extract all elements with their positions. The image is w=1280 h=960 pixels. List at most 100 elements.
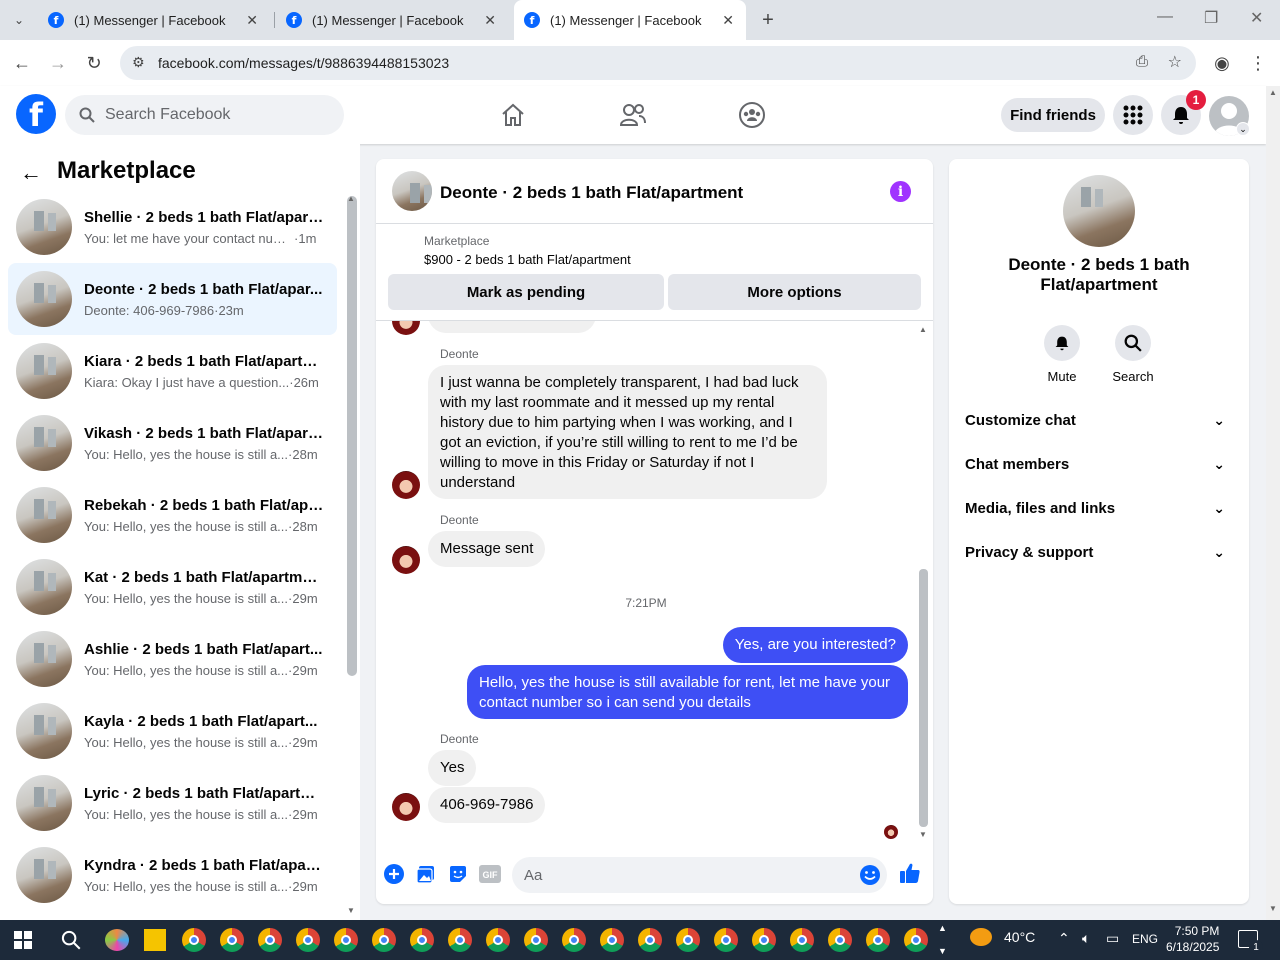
chat-scrollbar[interactable] — [919, 569, 928, 827]
taskbar-scroll-up-icon[interactable]: ▲ — [938, 923, 947, 933]
tray-chevron-icon[interactable]: ⌃ — [1058, 930, 1070, 947]
conversation-item[interactable]: Rebekah · 2 beds 1 bath Flat/apa... You: … — [8, 479, 337, 551]
bookmark-star-icon[interactable]: ☆ — [1168, 52, 1182, 72]
info-icon[interactable]: i — [890, 181, 911, 202]
privacy-support-row[interactable]: Privacy & support ⌄ — [965, 530, 1233, 574]
scroll-down-icon[interactable]: ▼ — [347, 906, 355, 915]
home-icon[interactable] — [498, 100, 528, 130]
chrome-taskbar-icon[interactable] — [334, 928, 358, 952]
find-friends-button[interactable]: Find friends — [1001, 98, 1105, 132]
menu-grid-button[interactable] — [1113, 95, 1153, 135]
conversation-item[interactable]: Deonte · 2 beds 1 bath Flat/apar... Deont… — [8, 263, 337, 335]
new-tab-icon[interactable]: + — [757, 9, 779, 31]
chrome-taskbar-icon[interactable] — [296, 928, 320, 952]
more-options-button[interactable]: More options — [668, 274, 921, 310]
chat-listing-thumbnail[interactable] — [392, 171, 432, 211]
browser-tab[interactable]: f (1) Messenger | Facebook ✕ — [38, 0, 270, 40]
scroll-down-icon[interactable]: ▼ — [1269, 904, 1277, 913]
forward-icon[interactable]: → — [47, 52, 69, 74]
browser-tab[interactable]: f (1) Messenger | Facebook ✕ — [276, 0, 508, 40]
chrome-taskbar-icon[interactable] — [638, 928, 662, 952]
search-in-chat-button[interactable]: Search — [1103, 325, 1163, 384]
scroll-up-icon[interactable]: ▲ — [1269, 88, 1277, 97]
windows-start-icon[interactable] — [14, 931, 32, 954]
gif-icon[interactable]: GIF — [479, 863, 501, 885]
sticky-notes-icon[interactable] — [144, 929, 166, 951]
plus-icon[interactable] — [383, 863, 405, 885]
chrome-taskbar-icon[interactable] — [904, 928, 928, 952]
paint-app-icon[interactable] — [105, 929, 129, 951]
mute-button[interactable]: Mute — [1032, 325, 1092, 384]
browser-tab-active[interactable]: f (1) Messenger | Facebook ✕ — [514, 0, 746, 40]
customize-chat-row[interactable]: Customize chat ⌄ — [965, 398, 1233, 442]
like-icon[interactable] — [899, 862, 921, 884]
listing-title[interactable]: $900 - 2 beds 1 bath Flat/apartment — [424, 252, 631, 267]
page-scrollbar[interactable]: ▲ ▼ — [1266, 86, 1280, 920]
facebook-logo[interactable]: f — [16, 94, 56, 134]
chrome-taskbar-icon[interactable] — [562, 928, 586, 952]
sender-avatar[interactable] — [392, 546, 420, 574]
friends-icon[interactable] — [618, 100, 648, 130]
minimize-icon[interactable]: — — [1157, 8, 1173, 26]
tab-close-icon[interactable]: ✕ — [246, 12, 258, 29]
reload-icon[interactable]: ↻ — [83, 52, 105, 74]
chrome-taskbar-icon[interactable] — [448, 928, 472, 952]
network-icon[interactable]: ▭ — [1106, 930, 1119, 947]
conversation-item[interactable]: Shellie · 2 beds 1 bath Flat/apart... You… — [8, 191, 337, 263]
scroll-up-icon[interactable]: ▲ — [919, 325, 927, 334]
message-input[interactable]: Aa — [512, 857, 887, 893]
chrome-taskbar-icon[interactable] — [410, 928, 434, 952]
clock[interactable]: 7:50 PM 6/18/2025 — [1166, 923, 1219, 955]
conversation-item[interactable]: Ashlie · 2 beds 1 bath Flat/apart... You:… — [8, 623, 337, 695]
chrome-taskbar-icon[interactable] — [258, 928, 282, 952]
conversation-item[interactable]: Kyndra · 2 beds 1 bath Flat/apart... You:… — [8, 839, 337, 911]
emoji-icon[interactable] — [859, 864, 881, 886]
scroll-up-icon[interactable]: ▲ — [347, 194, 355, 203]
speaker-icon[interactable]: 🔈︎ — [1082, 930, 1090, 947]
listing-photo[interactable] — [1063, 175, 1135, 247]
chrome-taskbar-icon[interactable] — [676, 928, 700, 952]
chrome-taskbar-icon[interactable] — [486, 928, 510, 952]
conversation-list-scrollbar[interactable] — [347, 196, 357, 676]
sticker-icon[interactable] — [447, 863, 469, 885]
chrome-taskbar-icon[interactable] — [220, 928, 244, 952]
media-files-links-row[interactable]: Media, files and links ⌄ — [965, 486, 1233, 530]
close-window-icon[interactable]: ✕ — [1250, 8, 1263, 28]
tab-close-icon[interactable]: ✕ — [484, 12, 496, 29]
language-indicator[interactable]: ENG — [1132, 932, 1158, 946]
chrome-taskbar-icon[interactable] — [828, 928, 852, 952]
chrome-taskbar-icon[interactable] — [790, 928, 814, 952]
chrome-taskbar-icon[interactable] — [524, 928, 548, 952]
back-arrow-icon[interactable]: ← — [20, 160, 42, 186]
chrome-taskbar-icon[interactable] — [752, 928, 776, 952]
chrome-taskbar-icon[interactable] — [714, 928, 738, 952]
sender-avatar[interactable] — [392, 793, 420, 821]
chat-members-row[interactable]: Chat members ⌄ — [965, 442, 1233, 486]
conversation-item[interactable]: Lyric · 2 beds 1 bath Flat/apartm... You:… — [8, 767, 337, 839]
chrome-taskbar-icon[interactable] — [866, 928, 890, 952]
search-input[interactable]: Search Facebook — [65, 95, 344, 135]
back-icon[interactable]: ← — [11, 52, 33, 74]
conversation-item[interactable]: Kayla · 2 beds 1 bath Flat/apart... You: … — [8, 695, 337, 767]
conversation-item[interactable]: Kat · 2 beds 1 bath Flat/apartment You: H… — [8, 551, 337, 623]
conversation-item[interactable]: Vikash · 2 beds 1 bath Flat/apart... You:… — [8, 407, 337, 479]
site-info-icon[interactable]: ⚙ — [132, 54, 145, 71]
profile-icon[interactable]: ◉ — [1211, 52, 1233, 74]
chat-title[interactable]: Deonte · 2 beds 1 bath Flat/apartment — [440, 183, 743, 203]
restore-icon[interactable]: ❐ — [1204, 8, 1218, 28]
tab-close-icon[interactable]: ✕ — [722, 12, 734, 29]
sender-avatar[interactable] — [392, 471, 420, 499]
chrome-taskbar-icon[interactable] — [182, 928, 206, 952]
sender-avatar[interactable] — [392, 321, 420, 335]
groups-icon[interactable] — [737, 100, 767, 130]
chrome-taskbar-icon[interactable] — [600, 928, 624, 952]
photo-icon[interactable] — [415, 863, 437, 885]
chrome-taskbar-icon[interactable] — [372, 928, 396, 952]
taskbar-scroll-down-icon[interactable]: ▼ — [938, 946, 947, 956]
weather-widget[interactable]: 40°C — [970, 928, 1035, 946]
taskbar-search-icon[interactable] — [61, 930, 81, 955]
account-chevron-icon[interactable]: ⌄ — [1236, 122, 1250, 136]
address-bar[interactable]: ⚙ facebook.com/messages/t/98863944881530… — [120, 46, 1196, 80]
mark-as-pending-button[interactable]: Mark as pending — [388, 274, 664, 310]
conversation-item[interactable]: Kiara · 2 beds 1 bath Flat/apartm... Kiar… — [8, 335, 337, 407]
